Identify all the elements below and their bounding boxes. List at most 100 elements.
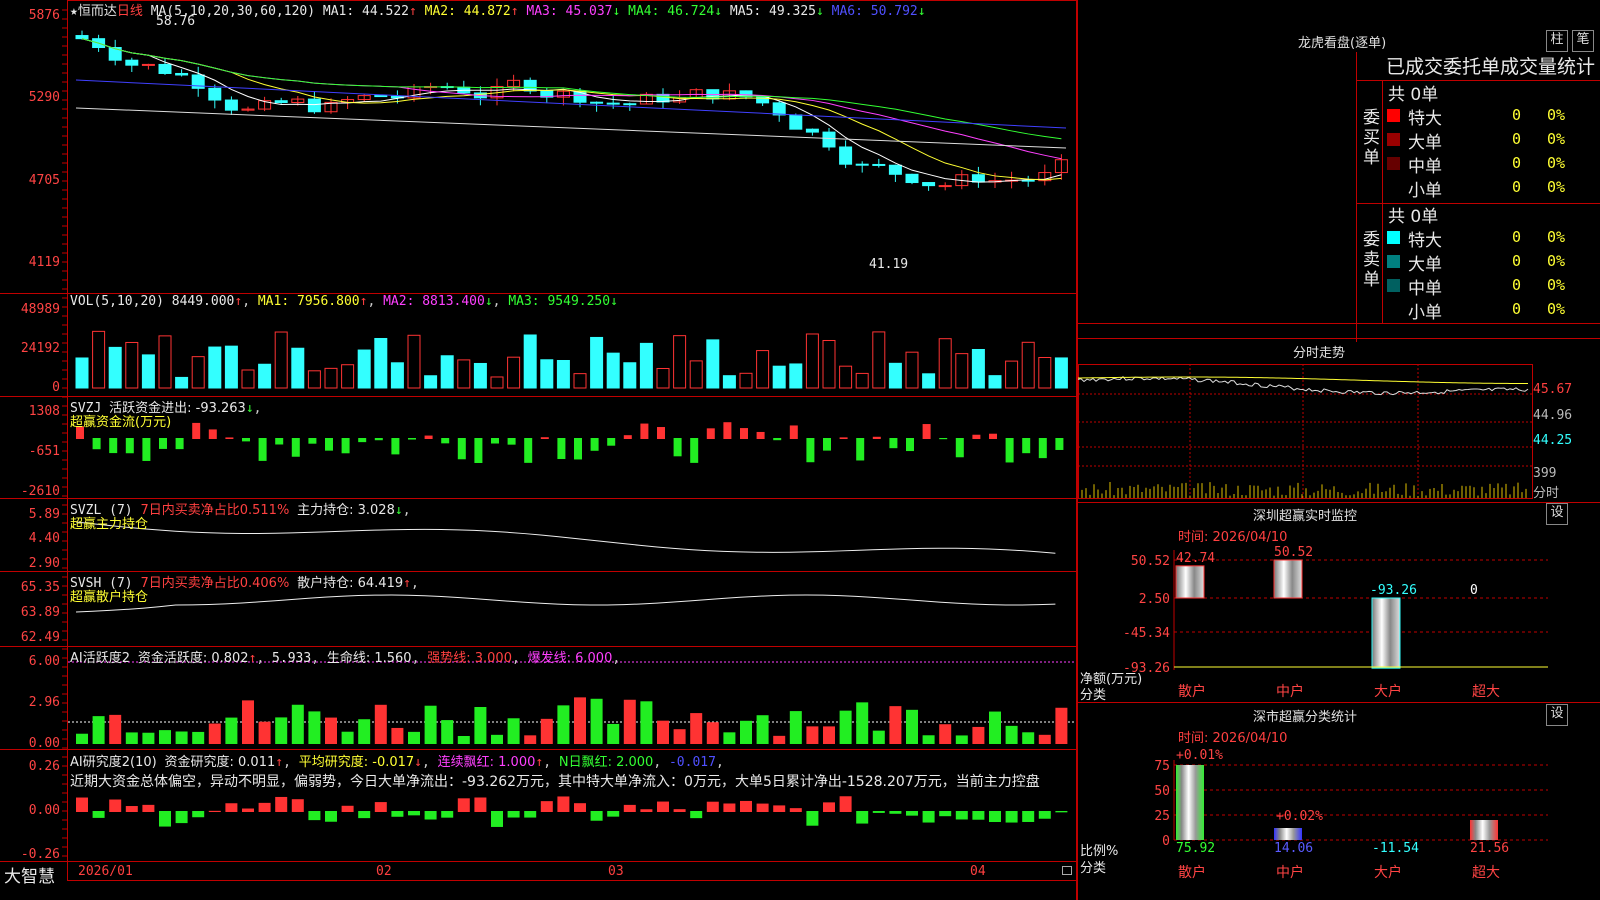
color-swatch [1387, 181, 1400, 194]
volume-bar [573, 373, 587, 389]
color-swatch [1387, 231, 1400, 244]
fenshi-axis-label: 44.96 [1533, 408, 1573, 423]
volume-bar [772, 365, 786, 389]
ai-research-comment: 近期大资金总体偏空，异动不明显，偏弱势，今日大单净流出：-93.262万元，其中… [70, 774, 1040, 790]
monitor-settings-button[interactable]: 设 [1546, 503, 1568, 525]
activity-bar [740, 720, 752, 744]
activity-bar [424, 705, 437, 744]
volume-bar [955, 353, 969, 389]
research-bar [823, 802, 835, 812]
fund-flow-bar [1055, 438, 1064, 450]
activity-bar [341, 731, 354, 744]
fund-flow-bar [308, 438, 317, 444]
fund-flow-bar [125, 438, 134, 454]
fund-flow-bar [972, 434, 981, 439]
activity-bar [109, 714, 122, 744]
candle-body [374, 95, 388, 98]
candle-body [623, 103, 637, 106]
order-stat-row: 中单 0 0% [1382, 274, 1600, 299]
candle-body [922, 182, 936, 187]
volume-bar [789, 363, 803, 389]
monitor-category: 中户 [1276, 683, 1304, 700]
fund-flow-bar [906, 438, 914, 452]
svsh-subtitle: 超赢散户持仓 [70, 590, 149, 605]
research-bar [308, 811, 321, 821]
vol-axis-label: 48989 [20, 302, 60, 317]
vol-axis-label: 24192 [20, 341, 60, 356]
volume-bar [1038, 357, 1052, 389]
activity-bar [391, 727, 404, 744]
ma4-arrow: ↓ [714, 4, 723, 19]
research-bar [906, 811, 918, 816]
research-bar [740, 800, 752, 812]
classify-bar-rect [1274, 828, 1302, 840]
brand-label: 大智慧 [4, 867, 55, 887]
monitor-category: 超大 [1472, 684, 1500, 700]
volume-bar [92, 330, 106, 389]
svzl-axis-label: 2.90 [28, 556, 60, 571]
ai-research-axis-label: 0.00 [28, 803, 60, 818]
intraday-chart[interactable] [1078, 362, 1600, 502]
volume-bar [490, 376, 504, 389]
activity-bar [756, 715, 769, 744]
classify-x-title: 分类 [1080, 861, 1107, 876]
classify-axis-label: 25 [1154, 809, 1170, 824]
activity-bar [225, 717, 238, 744]
classify-settings-button[interactable]: 设 [1546, 704, 1568, 726]
activity-bar [441, 720, 454, 744]
ma-line [75, 79, 1067, 129]
svzl-subtitle: 超赢主力持仓 [70, 517, 149, 532]
volume-bar [324, 367, 338, 389]
favorite-star-icon[interactable]: ★ [70, 4, 78, 19]
research-bar [208, 810, 221, 812]
time-axis-label: 2026/01 [78, 864, 133, 879]
volume-bar [291, 347, 305, 389]
fund-flow-bar [657, 427, 665, 439]
price-axis-label: 4119 [28, 255, 60, 270]
research-bar [474, 797, 487, 812]
order-stat-row: 小单 0 0% [1382, 176, 1600, 201]
activity-bar [972, 726, 985, 744]
research-bar [291, 799, 304, 812]
candle-body [888, 164, 902, 175]
order-percent: 0% [1547, 276, 1566, 294]
fund-flow-bar [92, 438, 101, 450]
tick-mode-button[interactable]: 笔 [1572, 30, 1594, 52]
lock-icon[interactable] [1062, 866, 1072, 875]
fund-flow-bar [457, 438, 466, 460]
order-volume: 0 [1512, 300, 1522, 318]
fund-flow-bar [989, 433, 997, 439]
fund-flow-bar [939, 438, 948, 440]
candle-body [789, 114, 803, 130]
period-label[interactable]: 日线 [117, 4, 143, 19]
ma-line [81, 38, 1062, 160]
fund-flow-bar [839, 437, 848, 439]
ai-active-label: AI活跃度2 [70, 651, 130, 666]
order-percent: 0% [1547, 130, 1566, 148]
main-chart-area[interactable]: ★恒而达日线 MA(5,10,20,30,60,120) MA1: 44.522… [0, 0, 1077, 900]
monitor-x-title: 分类 [1080, 688, 1107, 703]
intraday-frame [1078, 364, 1533, 499]
price-axis-label: 4705 [28, 173, 60, 188]
bar-mode-button[interactable]: 柱 [1546, 30, 1568, 52]
fund-flow-bar [922, 424, 931, 439]
research-bar [557, 796, 570, 812]
ma2-value: MA2: 44.872 [424, 4, 511, 19]
fund-flow-bar [391, 438, 400, 455]
ma4-value: MA4: 46.724 [628, 4, 715, 19]
divider [1078, 338, 1600, 339]
candle-body [125, 59, 139, 66]
retail-holding-line [75, 594, 1056, 613]
svzl-hold: 主力持仓: 3.028 [297, 503, 395, 518]
fund-flow-bar [872, 436, 881, 439]
ai-active-v3: 生命线: 1.560 [326, 651, 412, 666]
research-bar [590, 811, 603, 821]
monitor-value: 50.52 [1274, 545, 1313, 560]
order-volume: 0 [1512, 154, 1522, 172]
research-bar [408, 811, 420, 816]
research-bar [640, 809, 653, 812]
research-bar [491, 811, 503, 827]
volume-bar [75, 357, 89, 389]
ai-research-label: AI研究度2(10) [70, 755, 157, 770]
monitor-category: 大户 [1374, 683, 1402, 700]
